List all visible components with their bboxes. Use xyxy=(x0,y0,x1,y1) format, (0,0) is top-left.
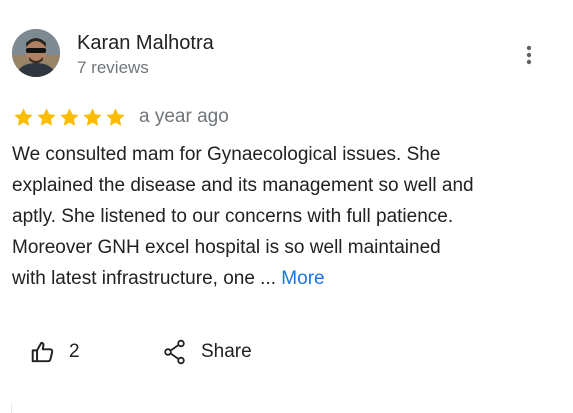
star-icon xyxy=(60,107,79,126)
like-count: 2 xyxy=(69,341,80,362)
avatar[interactable] xyxy=(12,29,60,77)
review-text-line: explained the disease and its management… xyxy=(12,175,474,196)
review-text-line: We consulted mam for Gynaecological issu… xyxy=(12,144,441,165)
review-date: a year ago xyxy=(139,106,229,127)
rating-row: a year ago xyxy=(12,104,229,130)
review-text: We consulted mam for Gynaecological issu… xyxy=(12,139,557,294)
reviewer-review-count[interactable]: 7 reviews xyxy=(77,57,149,79)
more-options-button[interactable] xyxy=(514,40,544,70)
star-icon xyxy=(37,107,56,126)
share-label: Share xyxy=(201,341,252,362)
star-icon xyxy=(83,107,102,126)
star-rating xyxy=(12,106,127,129)
share-icon xyxy=(164,339,185,365)
review-card: Karan Malhotra 7 reviews a year ago We c… xyxy=(0,0,573,413)
reviewer-name[interactable]: Karan Malhotra xyxy=(77,31,214,55)
thumb-up-icon xyxy=(31,341,54,363)
review-text-line: aptly. She listened to our concerns with… xyxy=(12,206,454,227)
more-vert-icon xyxy=(526,45,532,65)
review-text-last-line: with latest infrastructure, one ... More xyxy=(12,263,557,294)
star-icon xyxy=(106,107,125,126)
more-link[interactable]: More xyxy=(281,268,324,289)
like-button[interactable]: 2 xyxy=(30,337,80,367)
star-icon xyxy=(14,107,33,126)
divider xyxy=(11,403,12,413)
share-button[interactable]: Share xyxy=(163,337,252,367)
review-text-line: Moreover GNH excel hospital is so well m… xyxy=(12,237,441,258)
review-text-line: with latest infrastructure, one ... xyxy=(12,268,277,289)
